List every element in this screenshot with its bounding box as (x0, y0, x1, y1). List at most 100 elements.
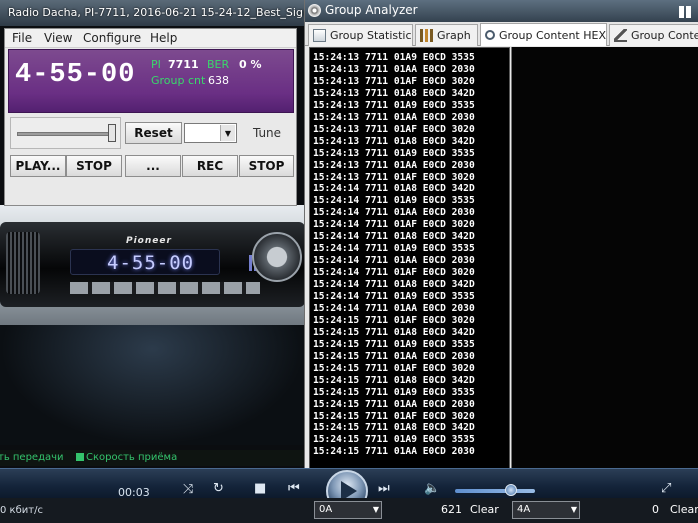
analyzer-title-bar: Group Analyzer (305, 0, 698, 22)
group-cnt-value: 638 (208, 74, 229, 87)
legend-color-swatch (76, 453, 84, 461)
bar-chart-icon (420, 29, 433, 42)
hex-log-row: 15:24:14 7711 01AA E0CD 2030 (313, 302, 475, 314)
stereo-brand: Pioneer (126, 236, 172, 246)
play-button[interactable]: PLAY... (10, 155, 66, 177)
tab-group-content[interactable]: Group Content (609, 24, 698, 46)
tab-label: Group Content HEX (499, 28, 606, 42)
chevron-down-icon: ▼ (570, 505, 577, 514)
hex-log-row: 15:24:14 7711 01AA E0CD 2030 (313, 255, 475, 267)
group-count-1: 621 (441, 503, 462, 516)
chevron-down-icon: ▼ (220, 125, 235, 141)
video-title-bar: Radio Dacha, PI-7711, 2016-06-21 15-24-1… (0, 0, 305, 26)
hex-log-row: 15:24:15 7711 01AF E0CD 3020 (313, 362, 475, 374)
shuffle-icon[interactable]: ⤨ (183, 482, 193, 497)
hex-log-row: 15:24:15 7711 01AA E0CD 2030 (313, 398, 475, 410)
tune-button[interactable]: Tune (240, 122, 294, 144)
hex-log-row: 15:24:13 7711 01AA E0CD 2030 (313, 159, 475, 171)
hex-log-row: 15:24:13 7711 01AA E0CD 2030 (313, 63, 475, 75)
legend-rx-speed: Скорость приёма (86, 452, 178, 463)
hex-log-row: 15:24:15 7711 01A9 E0CD 3535 (313, 434, 475, 446)
hex-log-row: 15:24:14 7711 01A8 E0CD 342D (313, 279, 475, 291)
ber-value: 0 % (239, 58, 262, 71)
tab-group-content-hex[interactable]: Group Content HEX (480, 23, 607, 46)
pi-value: 7711 (168, 58, 199, 71)
hex-log-row: 15:24:14 7711 01AF E0CD 3020 (313, 219, 475, 231)
hex-log-row: 15:24:13 7711 01A8 E0CD 342D (313, 87, 475, 99)
rds-display: 4-55-00 PI 7711 BER 0 % Group cnt 638 (8, 49, 294, 113)
slider-thumb[interactable] (108, 124, 116, 142)
stop-button[interactable]: STOP (66, 155, 122, 177)
next-icon[interactable]: ⏭ (378, 481, 390, 496)
group-analyzer-window: Group Analyzer Group Statistics Graph Gr… (304, 0, 698, 470)
group-type-select-1[interactable]: 0A ▼ (314, 501, 382, 519)
hex-log-row: 15:24:15 7711 01AF E0CD 3020 (313, 314, 475, 326)
hex-log-row: 15:24:14 7711 01AF E0CD 3020 (313, 267, 475, 279)
document-icon (313, 29, 326, 42)
reset-button[interactable]: Reset (125, 122, 182, 144)
rds-menu-bar: File View Configure Help (5, 29, 296, 48)
stereo-knob (252, 232, 302, 282)
microscope-icon (614, 29, 627, 42)
stereo-button-row (70, 282, 260, 294)
stop-icon[interactable]: ■ (254, 481, 266, 496)
hex-log-row: 15:24:15 7711 01AA E0CD 2030 (313, 350, 475, 362)
hex-log-row: 15:24:15 7711 01AF E0CD 3020 (313, 410, 475, 422)
hex-log-row: 15:24:13 7711 01A9 E0CD 3535 (313, 147, 475, 159)
stereo-lcd-text: 4-55-00 (107, 252, 195, 274)
rec-stop-button[interactable]: STOP (239, 155, 294, 177)
hex-log-row: 15:24:15 7711 01AA E0CD 2030 (313, 446, 475, 458)
previous-icon[interactable]: ⏮ (288, 481, 300, 496)
legend-rx-item: Скорость приёма (76, 452, 177, 463)
video-dark-area (0, 325, 305, 445)
hex-log-row: 15:24:14 7711 01A9 E0CD 3535 (313, 243, 475, 255)
rec-button[interactable]: REC (182, 155, 238, 177)
tab-graph[interactable]: Graph (415, 24, 478, 46)
hex-log-row: 15:24:15 7711 01A9 E0CD 3535 (313, 338, 475, 350)
tab-label: Graph (437, 29, 471, 42)
video-title: Radio Dacha, PI-7711, 2016-06-21 15-24-1… (8, 6, 305, 19)
volume-slider[interactable] (455, 489, 535, 493)
hex-log-row: 15:24:13 7711 01A9 E0CD 3535 (313, 52, 475, 63)
hex-log-row: 15:24:13 7711 01AF E0CD 3020 (313, 75, 475, 87)
tab-label: Group Statistics (330, 29, 413, 42)
group-type-value-2: 4A (517, 504, 531, 515)
decoded-content-panel (511, 47, 698, 470)
menu-configure[interactable]: Configure (83, 31, 141, 45)
analyzer-tabs: Group Statistics Graph Group Content HEX… (305, 22, 698, 46)
mode-dropdown[interactable]: ▼ (184, 123, 237, 143)
browse-button[interactable]: ... (125, 155, 181, 177)
volume-knob[interactable] (505, 484, 517, 496)
repeat-icon[interactable]: ↻ (213, 481, 224, 496)
screen: Radio Dacha, PI-7711, 2016-06-21 15-24-1… (0, 0, 698, 523)
menu-view[interactable]: View (44, 31, 72, 45)
car-stereo: Pioneer 4-55-00 (0, 222, 305, 307)
hex-log-row: 15:24:15 7711 01A8 E0CD 342D (313, 422, 475, 434)
tab-label: Group Content (631, 29, 698, 42)
hex-log-panel[interactable]: 15:24:13 7711 01A9 E0CD 3535 15:24:13 771… (309, 47, 510, 470)
level-slider[interactable] (10, 117, 121, 149)
clear-button-1[interactable]: Clear (470, 503, 499, 516)
hex-log-row: 15:24:14 7711 01A8 E0CD 342D (313, 183, 475, 195)
group-type-select-2[interactable]: 4A ▼ (512, 501, 580, 519)
menu-file[interactable]: File (12, 31, 32, 45)
fullscreen-icon[interactable]: ⤢ (661, 481, 671, 496)
chevron-down-icon: ▼ (372, 505, 379, 514)
rds-controls: Reset ▼ Tune PLAY... STOP ... REC STOP (8, 115, 294, 203)
legend-tx-speed: ть передачи (0, 452, 64, 463)
stereo-lcd: 4-55-00 (70, 249, 279, 275)
menu-help[interactable]: Help (150, 31, 177, 45)
hex-log-row: 15:24:14 7711 01A9 E0CD 3535 (313, 291, 475, 302)
tab-group-statistics[interactable]: Group Statistics (308, 24, 413, 46)
hex-log-row: 15:24:13 7711 01AF E0CD 3020 (313, 171, 475, 183)
clear-button-2[interactable]: Clear (670, 503, 698, 516)
hex-log-row: 15:24:13 7711 01AF E0CD 3020 (313, 123, 475, 135)
volume-icon[interactable]: 🔈 (424, 481, 440, 496)
bitrate-text: 0 кбит/с (0, 505, 43, 516)
pi-label: PI (151, 58, 161, 71)
hex-log-row: 15:24:15 7711 01A8 E0CD 342D (313, 326, 475, 338)
grid-menu-icon[interactable] (679, 6, 691, 18)
slider-track (17, 132, 113, 136)
magnifier-icon (485, 30, 495, 40)
app-logo-icon (308, 4, 321, 17)
